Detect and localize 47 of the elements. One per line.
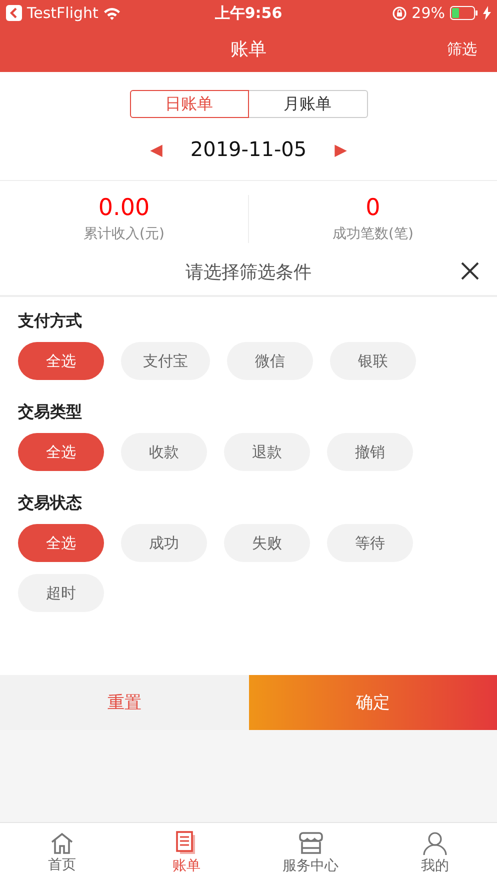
segment-tab[interactable]: 日账单 xyxy=(130,90,248,118)
section-title: 交易状态 xyxy=(18,493,83,514)
option-chip[interactable]: 银联 xyxy=(330,342,416,380)
filter-title: 请选择筛选条件 xyxy=(186,261,312,284)
option-chip[interactable]: 微信 xyxy=(227,342,313,380)
option-chip[interactable]: 等待 xyxy=(327,524,413,562)
option-chip[interactable]: 支付宝 xyxy=(121,342,210,380)
option-chip[interactable]: 收款 xyxy=(121,433,207,471)
next-date-button[interactable]: ▶ xyxy=(334,140,347,158)
user-icon xyxy=(422,831,447,855)
previous-date-button[interactable]: ◀ xyxy=(150,140,162,158)
confirm-button[interactable]: 确定 xyxy=(248,675,497,730)
tab-bar-item[interactable]: 服务中心 xyxy=(248,823,373,883)
charging-icon xyxy=(483,6,491,20)
tab-bar-item[interactable]: 账单 xyxy=(124,823,248,883)
wifi-icon xyxy=(103,6,122,20)
battery-icon xyxy=(450,6,478,20)
option-chip[interactable]: 全选 xyxy=(18,342,104,380)
option-chip[interactable]: 成功 xyxy=(121,524,207,562)
rotation-lock-icon xyxy=(392,6,407,20)
segment-tab[interactable]: 月账单 xyxy=(248,90,368,118)
option-chip[interactable]: 退款 xyxy=(224,433,310,471)
filter-button[interactable]: 筛选 xyxy=(447,40,477,58)
home-icon xyxy=(50,832,74,854)
option-chip[interactable]: 全选 xyxy=(18,524,104,562)
battery-percent: 29% xyxy=(412,4,445,22)
option-chip[interactable]: 超时 xyxy=(18,574,104,612)
section-title: 交易类型 xyxy=(18,402,83,423)
reset-button[interactable]: 重置 xyxy=(0,675,248,730)
section-title: 支付方式 xyxy=(18,311,83,332)
option-chip[interactable]: 全选 xyxy=(18,433,104,471)
option-chip[interactable]: 失败 xyxy=(224,524,310,562)
option-chip[interactable]: 撤销 xyxy=(327,433,413,471)
clock-time: 上午9:56 xyxy=(214,4,282,22)
stat-value: 0.00 xyxy=(98,195,150,221)
tab-bar-item[interactable]: 首页 xyxy=(0,823,124,883)
stat-value: 0 xyxy=(366,195,380,221)
store-icon xyxy=(298,831,324,855)
stat-label: 成功笔数(笔) xyxy=(332,225,414,243)
close-icon[interactable] xyxy=(460,261,480,281)
document-icon xyxy=(175,831,198,855)
back-app-label[interactable]: TestFlight xyxy=(27,4,98,22)
back-icon[interactable] xyxy=(6,5,22,21)
date-label: 2019-11-05 xyxy=(190,137,307,161)
tab-bar-item[interactable]: 我的 xyxy=(372,823,497,883)
stat-label: 累计收入(元) xyxy=(84,225,164,243)
page-title: 账单 xyxy=(230,38,266,61)
